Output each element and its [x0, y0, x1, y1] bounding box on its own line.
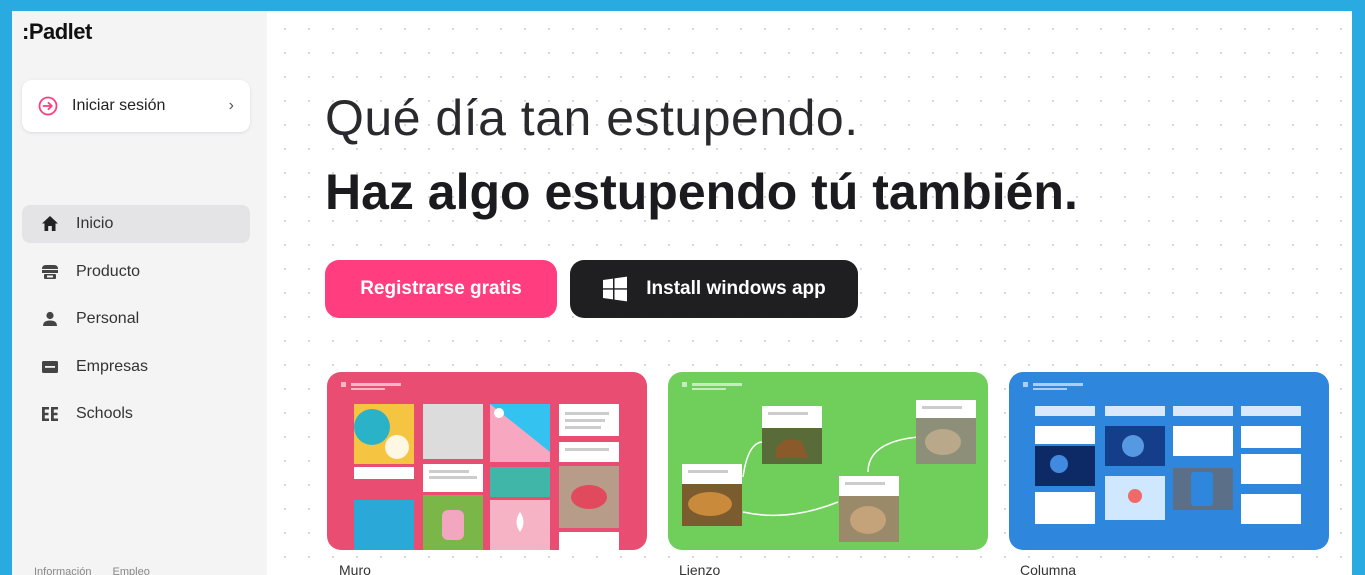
- sidebar-item-personal[interactable]: Personal: [22, 300, 250, 338]
- sidebar-item-label: Inicio: [76, 215, 114, 232]
- sidebar-footer: Información Empleo: [34, 566, 168, 575]
- install-windows-app-button[interactable]: Install windows app: [570, 260, 858, 318]
- hero-title-line2: Haz algo estupendo tú también.: [325, 164, 1078, 220]
- hero-title-line1: Qué día tan estupendo.: [325, 90, 859, 146]
- footer-link-informacion[interactable]: Información: [34, 566, 91, 575]
- template-card-lienzo[interactable]: [668, 372, 988, 550]
- person-icon: [40, 309, 60, 329]
- footer-link-empleo[interactable]: Empleo: [113, 566, 150, 575]
- sidebar-item-producto[interactable]: Producto: [22, 253, 250, 291]
- signin-button[interactable]: Iniciar sesión ›: [22, 80, 250, 132]
- signin-arrow-icon: [38, 96, 58, 116]
- sidebar-item-inicio[interactable]: Inicio: [22, 205, 250, 243]
- sidebar-item-label: Personal: [76, 310, 140, 327]
- schools-icon: [40, 404, 60, 424]
- windows-logo-icon: [603, 276, 628, 302]
- home-icon: [40, 214, 60, 234]
- app-window: :Padlet Iniciar sesión › Inicio Producto: [12, 11, 1352, 575]
- chevron-right-icon: ›: [228, 97, 234, 114]
- install-button-label: Install windows app: [646, 278, 826, 299]
- card-caption-lienzo: Lienzo: [679, 562, 721, 575]
- sidebar: :Padlet Iniciar sesión › Inicio Producto: [12, 11, 267, 575]
- padlet-logo[interactable]: :Padlet: [22, 19, 92, 45]
- wall-preview-illustration: [341, 382, 619, 550]
- card-caption-columna: Columna: [1020, 562, 1077, 575]
- sidebar-item-label: Schools: [76, 405, 133, 422]
- sidebar-item-label: Empresas: [76, 357, 149, 375]
- template-card-columna[interactable]: [1009, 372, 1329, 550]
- canvas-preview-illustration: [682, 382, 976, 542]
- register-free-button[interactable]: Registrarse gratis: [325, 260, 557, 318]
- sidebar-item-label: Producto: [76, 262, 141, 280]
- card-caption-muro: Muro: [339, 562, 371, 575]
- template-card-muro[interactable]: [327, 372, 647, 550]
- signin-label: Iniciar sesión: [72, 97, 166, 114]
- main-content: Qué día tan estupendo. Haz algo estupend…: [267, 11, 1352, 575]
- sidebar-item-schools[interactable]: Schools: [22, 395, 250, 433]
- business-icon: [40, 357, 60, 377]
- sidebar-item-empresas[interactable]: Empresas: [22, 348, 250, 386]
- sidebar-nav: Inicio Producto Personal Empresas School…: [22, 205, 250, 443]
- columns-preview-illustration: [1023, 382, 1301, 524]
- store-icon: [40, 262, 60, 282]
